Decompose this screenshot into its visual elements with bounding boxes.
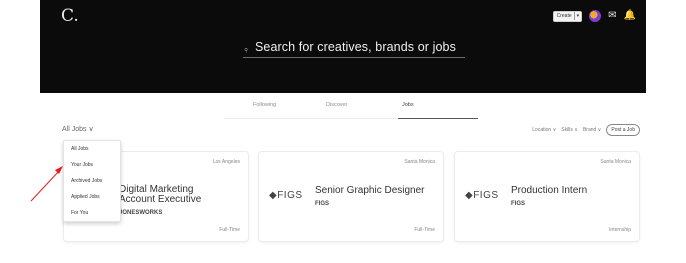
logo-text: FIGS: [473, 190, 499, 201]
company-logo: ◆FIGS: [465, 190, 501, 204]
job-card[interactable]: Santa Monica ◆FIGS Senior Graphic Design…: [258, 151, 444, 242]
active-tab-indicator: [398, 118, 478, 119]
top-actions: Create ▾ ✉ 🔔: [552, 10, 636, 22]
dropdown-item-for-you[interactable]: For You: [71, 210, 88, 216]
create-label: Create: [556, 13, 572, 19]
post-job-button[interactable]: Post a Job: [606, 124, 640, 136]
job-title: Senior Graphic Designer: [315, 185, 425, 196]
logo-mark-icon: ◆: [465, 190, 474, 201]
search-placeholder: Search for creatives, brands or jobs: [255, 39, 456, 54]
job-company: FIGS: [511, 201, 526, 207]
job-type: Full-Time: [414, 227, 435, 233]
tab-jobs[interactable]: Jobs: [402, 102, 414, 108]
dropdown-item-your-jobs[interactable]: Your Jobs: [71, 162, 93, 168]
jobs-filter-dropdown: All Jobs Your Jobs Archived Jobs Applied…: [63, 140, 121, 222]
dropdown-item-applied-jobs[interactable]: Applied Jobs: [71, 194, 100, 200]
mail-icon[interactable]: ✉: [608, 11, 616, 21]
dropdown-item-archived-jobs[interactable]: Archived Jobs: [71, 178, 102, 184]
create-button[interactable]: Create ▾: [552, 10, 583, 22]
skills-filter[interactable]: Skills ∨: [561, 127, 578, 133]
tab-following[interactable]: Following: [253, 102, 276, 108]
job-company: JONESWORKS: [119, 210, 163, 216]
avatar[interactable]: [589, 10, 602, 22]
filter-controls: Location ∨ Skills ∨ Brand ∨ Post a Job: [532, 124, 640, 136]
dropdown-item-all-jobs[interactable]: All Jobs: [71, 146, 89, 152]
header: C. Create ▾ ✉ 🔔 ⌕ Search for creatives, …: [40, 0, 646, 93]
arrow-shaft: [30, 169, 61, 202]
job-card[interactable]: Santa Monica ◆FIGS Production Intern FIG…: [454, 151, 640, 242]
job-title-line: Account Executive: [119, 194, 202, 205]
jobs-filter-bar: All Jobs ∨ Location ∨ Skills ∨ Brand ∨ P…: [62, 124, 640, 138]
all-jobs-select[interactable]: All Jobs ∨: [62, 125, 94, 133]
arrow-head: [55, 166, 63, 174]
bell-icon[interactable]: 🔔: [624, 11, 636, 21]
job-company: FIGS: [315, 201, 330, 207]
search-input[interactable]: ⌕ Search for creatives, brands or jobs: [241, 36, 465, 58]
job-location: Santa Monica: [404, 159, 435, 165]
job-location: Los Angeles: [212, 159, 240, 165]
brand-filter[interactable]: Brand ∨: [583, 127, 601, 133]
job-title: Production Intern: [511, 185, 588, 196]
company-logo: ◆FIGS: [269, 190, 305, 204]
location-filter[interactable]: Location ∨: [532, 127, 556, 133]
logo-text: FIGS: [277, 190, 303, 201]
job-location: Santa Monica: [600, 159, 631, 165]
job-type: Internship: [609, 227, 631, 233]
job-type: Full-Time: [219, 227, 240, 233]
logo-mark-icon: ◆: [269, 190, 278, 201]
tab-discover[interactable]: Discover: [326, 102, 347, 108]
chevron-down-icon[interactable]: ▾: [577, 13, 580, 19]
create-separator: [573, 12, 575, 20]
main-tabs: Following Discover Jobs: [224, 99, 478, 119]
job-title: Digital Marketing Account Executive: [119, 185, 201, 205]
app-logo[interactable]: C.: [61, 6, 79, 26]
